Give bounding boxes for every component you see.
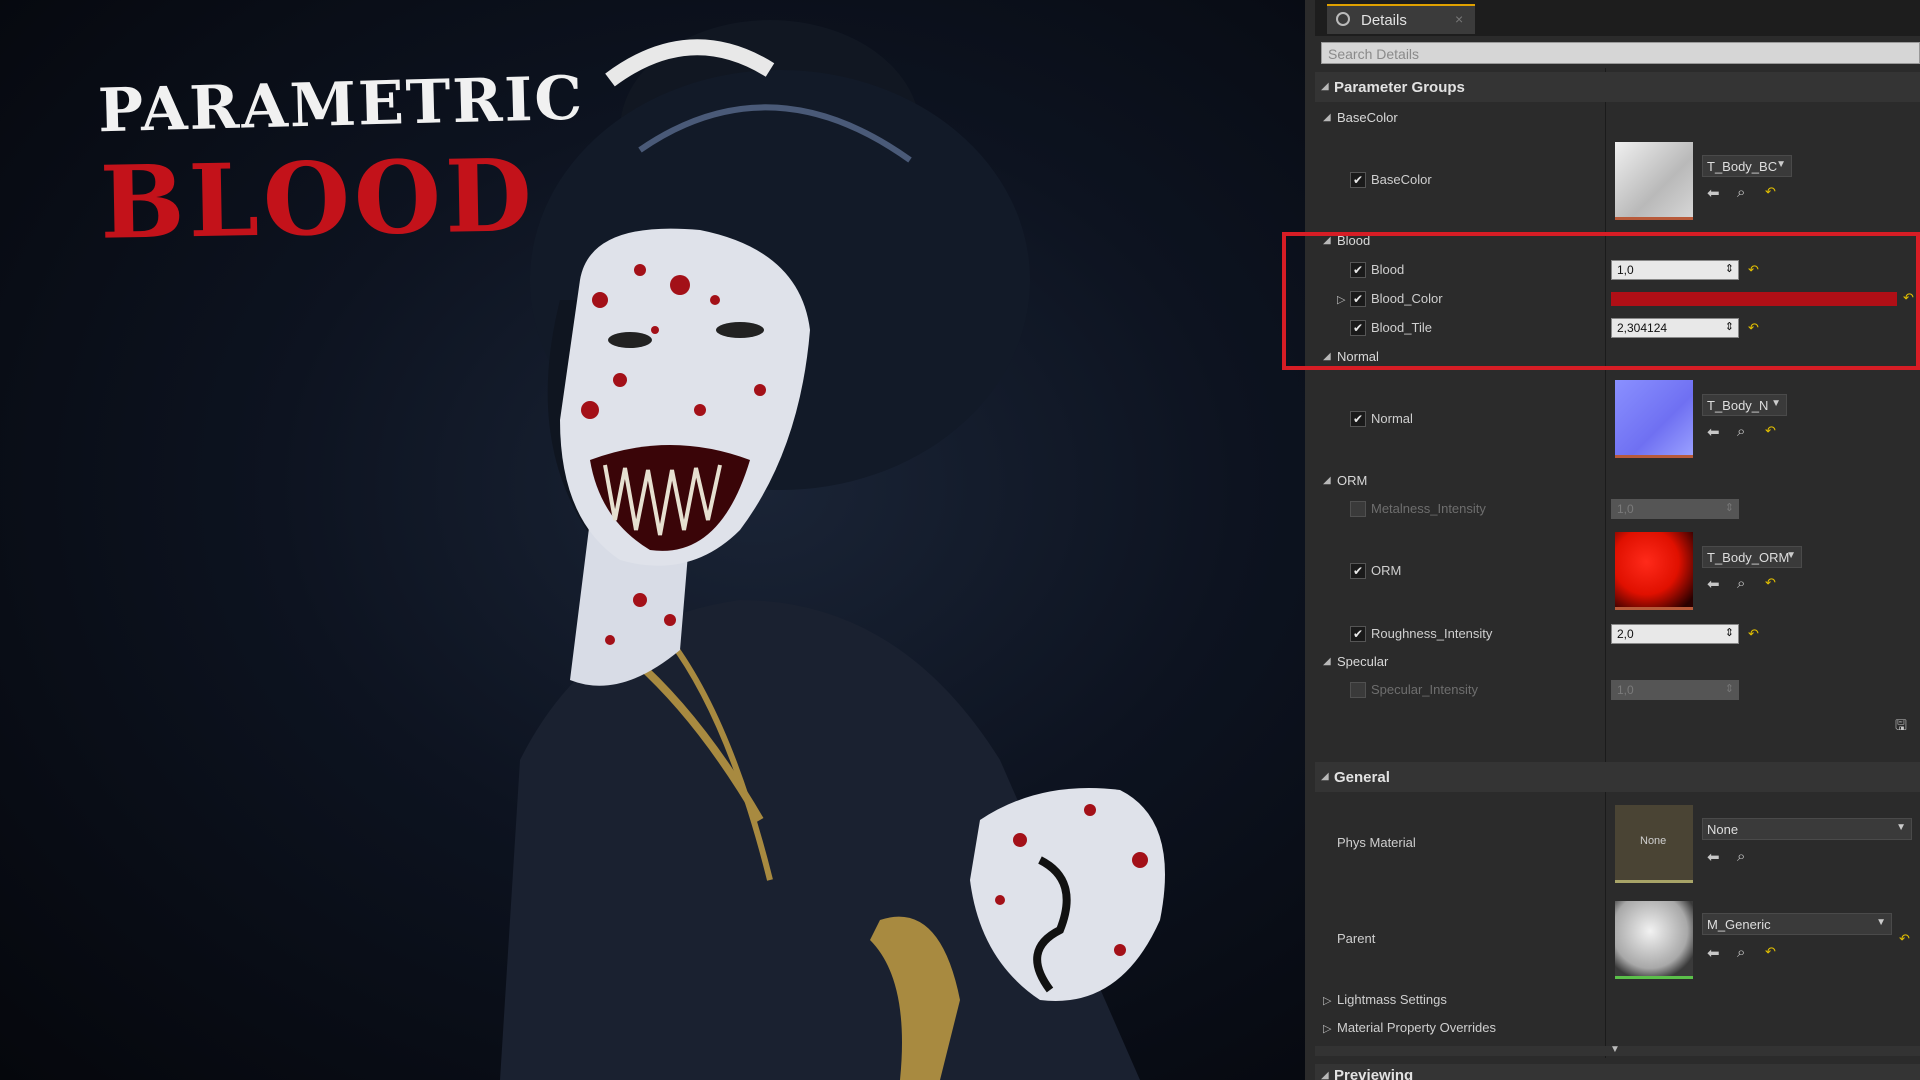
collapse-arrow-icon[interactable]: ◢ [1323,475,1331,486]
metalness-value-field[interactable]: 1,0 ⇕ [1611,499,1739,519]
basecolor-checkbox[interactable]: ✔ [1350,172,1366,188]
specular-label: Specular_Intensity [1371,682,1478,697]
roughness-checkbox[interactable]: ✔ [1350,626,1366,642]
parent-value: M_Generic [1707,917,1771,932]
tab-details[interactable]: Details × [1327,4,1475,34]
category-orm[interactable]: ORM [1337,473,1367,488]
reset-icon[interactable]: ↶ [1899,931,1910,947]
chevron-down-icon: ▼ [1896,822,1906,833]
previewing-header[interactable]: ◢ Previewing [1315,1064,1920,1080]
orm-texture-dropdown[interactable]: T_Body_ORM ▼ [1702,546,1802,568]
use-selected-arrow-icon[interactable]: ⬅ [1707,944,1720,962]
reset-icon[interactable]: ↶ [1748,626,1759,642]
phys-material-value: None [1707,822,1739,837]
parent-label: Parent [1337,931,1376,946]
parameter-groups-header[interactable]: ◢ Parameter Groups [1315,72,1920,102]
tab-bar: Details × [1315,0,1920,36]
chevron-down-icon: ▼ [1776,159,1786,170]
browse-search-icon[interactable]: ⌕ [1737,423,1745,440]
collapse-arrow-icon[interactable]: ◢ [1321,771,1329,782]
basecolor-texture-dropdown[interactable]: T_Body_BC ▼ [1702,155,1792,177]
orm-texture-name: T_Body_ORM [1707,550,1790,565]
general-label: General [1334,769,1390,786]
normal-texture-dropdown[interactable]: T_Body_N ▼ [1702,394,1787,416]
reset-icon[interactable]: ↶ [1765,184,1776,200]
browse-search-icon[interactable]: ⌕ [1737,944,1745,961]
parent-dropdown[interactable]: M_Generic ▼ [1702,913,1892,935]
search-placeholder: Search Details [1328,46,1420,62]
phys-material-label: Phys Material [1337,835,1416,850]
details-panel: Details × Search Details ◢ Parameter Gro… [1305,0,1920,1080]
save-icon[interactable]: 🖫 [1895,715,1907,739]
metalness-label: Metalness_Intensity [1371,501,1486,516]
chevron-down-icon: ▼ [1771,398,1781,409]
reset-icon[interactable]: ↶ [1765,575,1776,591]
category-basecolor[interactable]: BaseColor [1337,110,1398,125]
general-header[interactable]: ◢ General [1315,762,1920,792]
basecolor-texture-thumbnail[interactable] [1615,142,1693,220]
basecolor-texture-name: T_Body_BC [1707,159,1778,174]
tab-details-label: Details [1361,12,1407,29]
use-selected-arrow-icon[interactable]: ⬅ [1707,184,1720,202]
metalness-checkbox[interactable]: ✔ [1350,501,1366,517]
phys-material-dropdown[interactable]: None ▼ [1702,818,1912,840]
eye-left [608,332,652,348]
viewport[interactable]: PARAMETRIC BLOOD [0,0,1305,1080]
previewing-label: Previewing [1334,1067,1414,1080]
use-selected-arrow-icon[interactable]: ⬅ [1707,848,1720,866]
reset-icon[interactable]: ↶ [1765,944,1776,960]
collapse-arrow-icon[interactable]: ◢ [1321,81,1329,92]
chevron-down-icon: ▼ [1786,550,1796,561]
orm-checkbox[interactable]: ✔ [1350,563,1366,579]
basecolor-label: BaseColor [1371,172,1432,187]
close-icon[interactable]: × [1455,11,1463,27]
browse-search-icon[interactable]: ⌕ [1737,184,1745,201]
spin-icon[interactable]: ⇕ [1725,682,1734,695]
use-selected-arrow-icon[interactable]: ⬅ [1707,423,1720,441]
orm-label: ORM [1371,563,1402,578]
phys-material-thumb-text: None [1640,835,1667,847]
expand-arrow-icon[interactable]: ▷ [1323,1022,1331,1035]
use-selected-arrow-icon[interactable]: ⬅ [1707,575,1720,593]
phys-material-thumbnail[interactable]: None [1615,805,1693,883]
category-specular[interactable]: Specular [1337,654,1388,669]
chevron-down-icon: ▼ [1876,917,1886,928]
normal-checkbox[interactable]: ✔ [1350,411,1366,427]
lightmass-settings-label[interactable]: Lightmass Settings [1337,992,1447,1007]
specular-value-field[interactable]: 1,0 ⇕ [1611,680,1739,700]
character-render [500,20,1165,1080]
spin-icon[interactable]: ⇕ [1725,501,1734,514]
spin-icon[interactable]: ⇕ [1725,626,1734,639]
expand-arrow-icon[interactable]: ▷ [1323,994,1331,1007]
collapse-arrow-icon[interactable]: ◢ [1321,1070,1329,1080]
parameter-groups-label: Parameter Groups [1334,79,1465,96]
material-property-overrides-label[interactable]: Material Property Overrides [1337,1020,1496,1035]
details-icon [1336,12,1350,26]
specular-value: 1,0 [1617,683,1634,697]
reset-icon[interactable]: ↶ [1765,423,1776,439]
roughness-label: Roughness_Intensity [1371,626,1493,641]
collapse-arrow-icon[interactable]: ◢ [1323,112,1331,123]
collapse-arrow-icon[interactable]: ◢ [1323,656,1331,667]
advanced-expander[interactable]: ▼ [1315,1044,1920,1056]
search-input[interactable]: Search Details [1321,42,1920,64]
blood-highlight-box [1282,232,1920,370]
specular-checkbox[interactable]: ✔ [1350,682,1366,698]
orm-texture-thumbnail[interactable] [1615,532,1693,610]
chevron-down-icon: ▼ [1610,1044,1620,1055]
normal-texture-name: T_Body_N [1707,398,1769,413]
roughness-value-field[interactable]: 2,0 ⇕ [1611,624,1739,644]
parent-material-thumbnail[interactable] [1615,901,1693,979]
normal-texture-thumbnail[interactable] [1615,380,1693,458]
metalness-value: 1,0 [1617,502,1634,516]
normal-label: Normal [1371,411,1413,426]
browse-search-icon[interactable]: ⌕ [1737,575,1745,592]
eye-right [716,322,764,338]
browse-search-icon[interactable]: ⌕ [1737,848,1745,865]
roughness-value: 2,0 [1617,627,1634,641]
column-divider[interactable] [1605,68,1606,1058]
